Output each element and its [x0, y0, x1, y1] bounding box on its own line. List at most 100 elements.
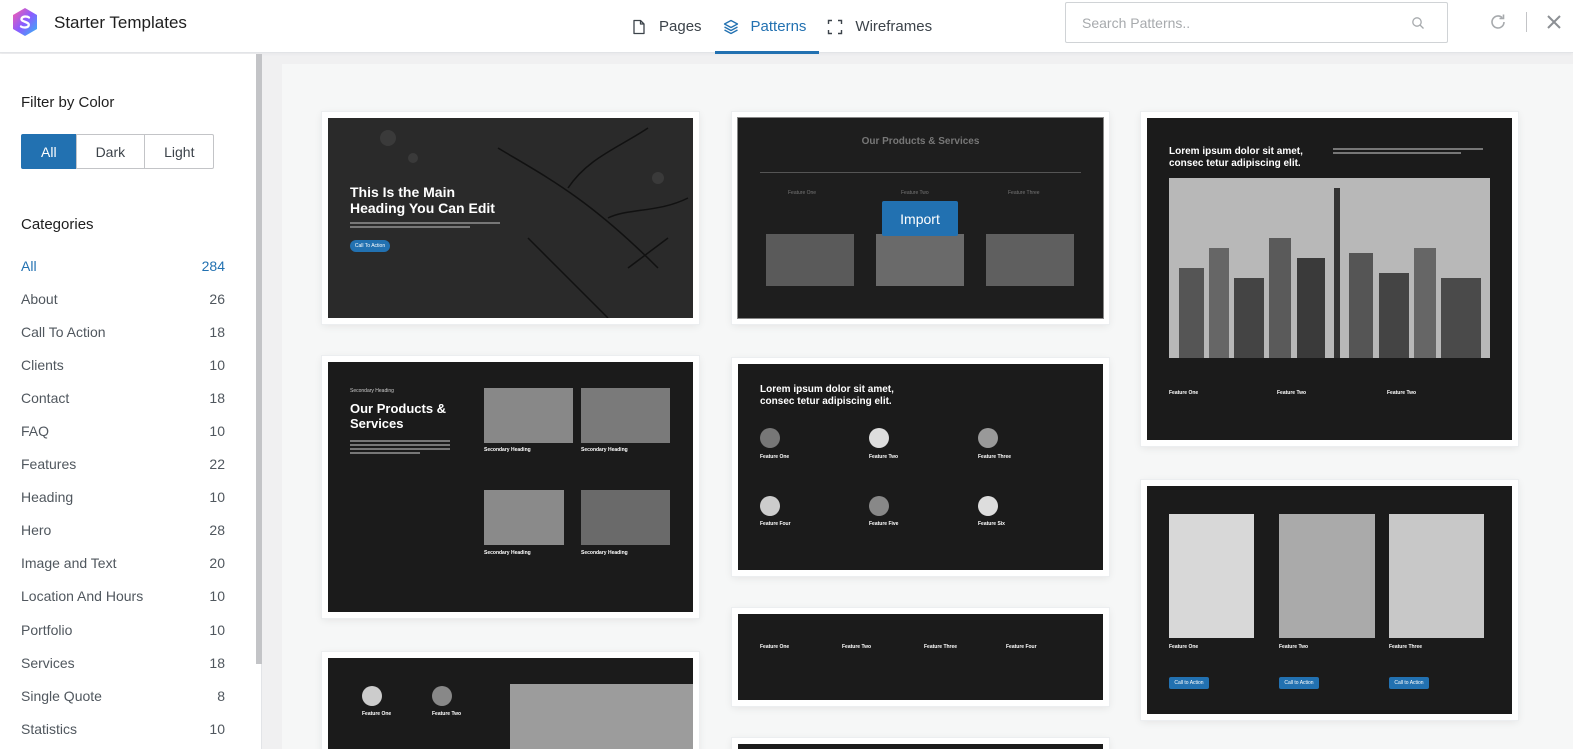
pattern-card-products[interactable]: Our Products & Services Feature One Feat… [732, 112, 1109, 324]
search-input[interactable] [1066, 3, 1396, 42]
features6-item-2: Feature Two [869, 454, 899, 460]
city-feature-3: Feature Two [1387, 390, 1417, 396]
category-item-portfolio[interactable]: Portfolio 10 [21, 613, 225, 646]
category-item-location-and-hours[interactable]: Location And Hours 10 [21, 580, 225, 613]
pattern-thumbnail: Lorem ipsum dolor sit amet, consec tetur… [1147, 118, 1512, 440]
tab-bar: Pages Patterns Wireframes [623, 0, 945, 54]
category-label: Heading [21, 489, 74, 506]
categories-title: Categories [21, 216, 94, 233]
category-label: Image and Text [21, 555, 117, 572]
tab-wireframes-label: Wireframes [855, 18, 933, 35]
skyline [1169, 178, 1490, 358]
category-item-services[interactable]: Services 18 [21, 646, 225, 679]
app-title: Starter Templates [54, 13, 187, 32]
plant-image [1389, 514, 1484, 638]
pattern-card-bottom[interactable]: Feature One Feature Two [322, 652, 699, 749]
feature-icon [362, 686, 382, 706]
filter-title: Filter by Color [21, 94, 115, 111]
category-count: 20 [209, 555, 225, 572]
features6-item-1: Feature One [760, 454, 790, 460]
close-icon[interactable] [1545, 13, 1563, 31]
plants-cta-3: Call to Action [1389, 677, 1429, 689]
pattern-card-peek[interactable] [732, 738, 1109, 749]
products-title: Our Products & Services [861, 136, 980, 147]
city-skyline-image [1169, 178, 1490, 358]
category-item-statistics[interactable]: Statistics 10 [21, 712, 225, 745]
category-label: Hero [21, 522, 52, 539]
category-item-features[interactable]: Features 22 [21, 448, 225, 481]
city-feature-2: Feature Two [1277, 390, 1307, 396]
category-label: Statistics [21, 720, 78, 737]
category-item-hero[interactable]: Hero 28 [21, 514, 225, 547]
category-label: FAQ [21, 423, 50, 440]
starter-templates-logo [13, 8, 37, 36]
filter-all-button[interactable]: All [21, 134, 77, 169]
category-label: Call To Action [21, 323, 106, 340]
hero-cta: Call To Action [350, 240, 390, 252]
category-count: 22 [209, 456, 225, 473]
pattern-card-plants[interactable]: Feature One Feature Two Feature Three Ca… [1141, 480, 1518, 720]
pattern-card-services[interactable]: Secondary Heading Our Products & Service… [322, 356, 699, 618]
pattern-thumbnail: Feature One Feature Two Feature Three Fe… [738, 614, 1103, 700]
import-button[interactable]: Import [882, 201, 958, 236]
filter-light-button[interactable]: Light [144, 134, 215, 169]
tab-patterns-label: Patterns [750, 18, 807, 35]
category-count: 8 [217, 687, 225, 704]
pattern-thumbnail: Lorem ipsum dolor sit amet, consec tetur… [738, 364, 1103, 570]
plant-image [1279, 514, 1375, 638]
building-image [510, 684, 693, 749]
feature-icon [978, 496, 998, 516]
category-item-about[interactable]: About 26 [21, 282, 225, 315]
category-list: All 284 About 26 Call To Action 18 Clients 1… [21, 249, 225, 745]
category-item-contact[interactable]: Contact 18 [21, 381, 225, 414]
category-count: 10 [209, 423, 225, 440]
refresh-icon[interactable] [1488, 12, 1508, 32]
category-label: Location And Hours [21, 588, 144, 605]
tab-pages[interactable]: Pages [623, 0, 715, 53]
feature-icon [978, 428, 998, 448]
plants-cta-1: Call to Action [1169, 677, 1209, 689]
category-item-clients[interactable]: Clients 10 [21, 348, 225, 381]
pattern-card-features-four[interactable]: Feature One Feature Two Feature Three Fe… [732, 608, 1109, 706]
pattern-card-features-six[interactable]: Lorem ipsum dolor sit amet, consec tetur… [732, 358, 1109, 576]
bottom-item-1: Feature One [362, 711, 392, 717]
feature-icon [760, 428, 780, 448]
service-image [484, 388, 573, 443]
plants-cta-2: Call to Action [1279, 677, 1319, 689]
header-divider [1526, 12, 1527, 32]
category-count: 28 [209, 522, 225, 539]
pattern-card-hero[interactable]: This Is the Main Heading You Can Edit Ca… [322, 112, 699, 324]
category-label: All [21, 257, 37, 274]
category-item-faq[interactable]: FAQ 10 [21, 414, 225, 447]
category-count: 18 [209, 323, 225, 340]
sidebar-scrollbar[interactable] [256, 54, 262, 664]
plants-item-1: Feature One [1169, 644, 1199, 650]
filter-dark-button[interactable]: Dark [75, 134, 146, 169]
category-label: Features [21, 456, 77, 473]
category-item-all[interactable]: All 284 [21, 249, 225, 282]
pattern-card-city[interactable]: Lorem ipsum dolor sit amet, consec tetur… [1141, 112, 1518, 446]
search-icon[interactable] [1411, 16, 1425, 30]
pattern-thumbnail: This Is the Main Heading You Can Edit Ca… [328, 118, 693, 318]
products-feature-2: Feature Two [901, 190, 929, 196]
category-item-call-to-action[interactable]: Call To Action 18 [21, 315, 225, 348]
pattern-thumbnail: Secondary Heading Our Products & Service… [328, 362, 693, 612]
category-item-heading[interactable]: Heading 10 [21, 481, 225, 514]
city-feature-1: Feature One [1169, 390, 1199, 396]
tab-pages-label: Pages [659, 18, 702, 35]
product-image [766, 234, 854, 286]
service-heading-1: Secondary Heading [484, 447, 531, 453]
top-bar: Starter Templates Pages Patterns Wirefra… [0, 0, 1573, 54]
features6-heading: Lorem ipsum dolor sit amet, consec tetur… [760, 384, 894, 407]
category-item-image-and-text[interactable]: Image and Text 20 [21, 547, 225, 580]
tab-patterns[interactable]: Patterns [714, 0, 820, 54]
tab-wireframes[interactable]: Wireframes [819, 0, 945, 53]
hero-body-lines [350, 222, 500, 230]
category-label: Contact [21, 389, 70, 406]
services-title: Our Products & Services [350, 401, 447, 431]
category-count: 284 [201, 257, 225, 274]
features4-item-4: Feature Four [1006, 644, 1037, 650]
service-image [581, 490, 670, 545]
category-count: 26 [209, 290, 225, 307]
category-item-single-quote[interactable]: Single Quote 8 [21, 679, 225, 712]
